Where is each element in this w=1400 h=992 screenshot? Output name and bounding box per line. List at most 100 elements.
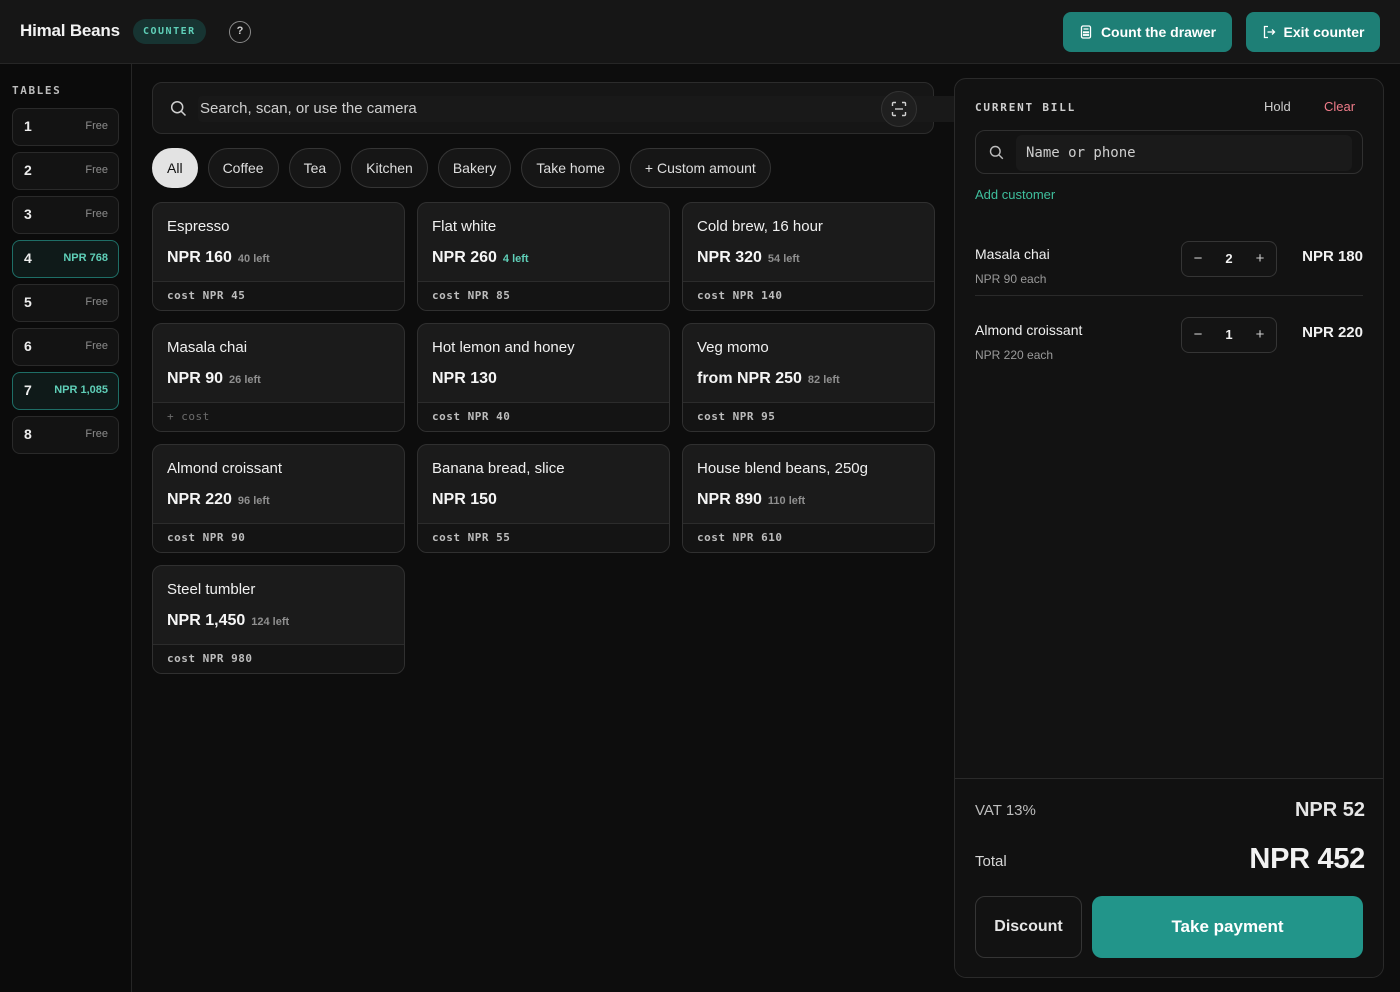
table-status: NPR 1,085	[54, 384, 108, 396]
search-icon	[170, 100, 187, 117]
scan-icon	[891, 101, 907, 117]
product-price-row: NPR 220 96 left	[167, 491, 270, 509]
table-tile-6[interactable]: 6 Free	[12, 328, 119, 366]
product-name: Masala chai	[167, 339, 248, 356]
product-price-row: NPR 160 40 left	[167, 249, 270, 267]
product-card[interactable]: Espresso NPR 160 40 left cost NPR 45	[152, 202, 405, 311]
help-button[interactable]: ?	[229, 21, 251, 43]
product-name: Banana bread, slice	[432, 460, 565, 477]
line-divider	[975, 295, 1363, 296]
product-price-row: NPR 890 110 left	[697, 491, 805, 509]
table-status: Free	[85, 208, 108, 220]
category-filters: All Coffee Tea Kitchen Bakery Take home + Cust…	[152, 148, 771, 188]
product-card[interactable]: Veg momo from NPR 250 82 left cost NPR 95	[682, 323, 935, 432]
product-price: NPR 1,450	[167, 612, 246, 629]
search-icon	[989, 145, 1004, 160]
product-cost[interactable]: + cost	[153, 402, 404, 431]
product-price: NPR 260	[432, 249, 497, 266]
product-price: NPR 890	[697, 491, 762, 508]
product-card[interactable]: Cold brew, 16 hour NPR 320 54 left cost NPR…	[682, 202, 935, 311]
current-bill-panel: CURRENT BILL Hold Clear Name or phone Ad…	[954, 78, 1384, 978]
stock-count: 124 left	[251, 616, 290, 628]
table-number: 4	[24, 250, 32, 266]
product-card[interactable]: Flat white NPR 260 4 left cost NPR 85	[417, 202, 670, 311]
discount-button[interactable]: Discount	[975, 896, 1082, 958]
bill-title: CURRENT BILL	[975, 101, 1077, 114]
camera-scan-button[interactable]	[881, 91, 917, 127]
product-card[interactable]: House blend beans, 250g NPR 890 110 left co…	[682, 444, 935, 553]
stock-count: 4 left	[502, 253, 529, 265]
total-label: Total	[975, 853, 1007, 870]
exit-icon	[1263, 25, 1275, 39]
line-item-name: Almond croissant	[975, 322, 1083, 338]
customer-input[interactable]: Name or phone	[1016, 135, 1352, 171]
product-cost: cost NPR 85	[418, 281, 669, 310]
product-name: Espresso	[167, 218, 230, 235]
category-chip[interactable]: Kitchen	[351, 148, 428, 188]
stock-count: 26 left	[229, 374, 261, 386]
product-cost: cost NPR 40	[418, 402, 669, 431]
vat-label: VAT 13%	[975, 802, 1036, 819]
category-chip[interactable]: Tea	[288, 148, 342, 188]
table-tile-2[interactable]: 2 Free	[12, 152, 119, 190]
add-customer-link[interactable]: Add customer	[975, 187, 1055, 202]
table-tile-7[interactable]: 7 NPR 1,085	[12, 372, 119, 410]
product-card[interactable]: Banana bread, slice NPR 150 cost NPR 55	[417, 444, 670, 553]
line-item-total: NPR 180	[1302, 248, 1363, 265]
product-card[interactable]: Steel tumbler NPR 1,450 124 left cost NPR 9…	[152, 565, 405, 674]
product-card[interactable]: Masala chai NPR 90 26 left + cost	[152, 323, 405, 432]
category-chip[interactable]: + Custom amount	[629, 148, 771, 188]
product-price: NPR 90	[167, 370, 224, 387]
product-cost: cost NPR 90	[153, 523, 404, 552]
product-price-row: NPR 1,450 124 left	[167, 612, 289, 630]
increase-quantity-button[interactable]: +	[1244, 242, 1276, 276]
clear-button[interactable]: Clear	[1324, 99, 1355, 114]
decrease-quantity-button[interactable]: −	[1182, 318, 1214, 352]
category-chip[interactable]: Bakery	[437, 148, 512, 188]
product-name: Cold brew, 16 hour	[697, 218, 823, 235]
tables-sidebar: TABLES 1 Free 2 Free 3 Free 4 NPR 768 5 Free 6 Free…	[0, 64, 132, 992]
bill-line-item: Masala chai NPR 90 each −2 + NPR 180	[975, 241, 1363, 303]
table-number: 2	[24, 162, 32, 178]
bill-line-item: Almond croissant NPR 220 each −1 + NPR 220	[975, 317, 1363, 379]
product-price-row: NPR 320 54 left	[697, 249, 800, 267]
hold-button[interactable]: Hold	[1264, 99, 1291, 114]
product-price-row: NPR 260 4 left	[432, 249, 529, 267]
product-price: NPR 160	[167, 249, 232, 266]
customer-search: Name or phone	[975, 130, 1363, 174]
table-tile-4[interactable]: 4 NPR 768	[12, 240, 119, 278]
product-name: Almond croissant	[167, 460, 283, 477]
count-drawer-button[interactable]: Count the drawer	[1063, 12, 1232, 52]
table-tile-8[interactable]: 8 Free	[12, 416, 119, 454]
take-payment-button[interactable]: Take payment	[1092, 896, 1363, 958]
category-chip[interactable]: All	[152, 148, 198, 188]
line-item-unit-price: NPR 220 each	[975, 348, 1054, 362]
brand-name: Himal Beans	[20, 21, 120, 40]
product-price-row: NPR 90 26 left	[167, 370, 261, 388]
product-card[interactable]: Hot lemon and honey NPR 130 cost NPR 40	[417, 323, 670, 432]
decrease-quantity-button[interactable]: −	[1182, 242, 1214, 276]
table-tile-1[interactable]: 1 Free	[12, 108, 119, 146]
product-card[interactable]: Almond croissant NPR 220 96 left cost NPR 9…	[152, 444, 405, 553]
table-tile-3[interactable]: 3 Free	[12, 196, 119, 234]
category-chip[interactable]: Take home	[521, 148, 620, 188]
table-tile-5[interactable]: 5 Free	[12, 284, 119, 322]
increase-quantity-button[interactable]: +	[1244, 318, 1276, 352]
total-value: NPR 452	[1249, 843, 1365, 875]
table-status: Free	[85, 164, 108, 176]
exit-counter-button[interactable]: Exit counter	[1246, 12, 1380, 52]
mode-badge: COUNTER	[133, 19, 206, 44]
product-name: Steel tumbler	[167, 581, 256, 598]
bill-summary: VAT 13% NPR 52 Total NPR 452 Discount Ta…	[955, 778, 1383, 977]
category-chip[interactable]: Coffee	[207, 148, 279, 188]
product-price-row: NPR 150	[432, 491, 497, 509]
quantity-value: 2	[1225, 251, 1233, 266]
product-cost: cost NPR 140	[683, 281, 934, 310]
product-price: NPR 150	[432, 491, 497, 508]
quantity-stepper: −1 +	[1181, 317, 1277, 353]
product-name: Veg momo	[697, 339, 769, 356]
stock-count: 40 left	[237, 253, 270, 265]
table-number: 3	[24, 206, 32, 222]
table-number: 1	[24, 118, 32, 134]
product-price: NPR 220	[167, 491, 232, 508]
